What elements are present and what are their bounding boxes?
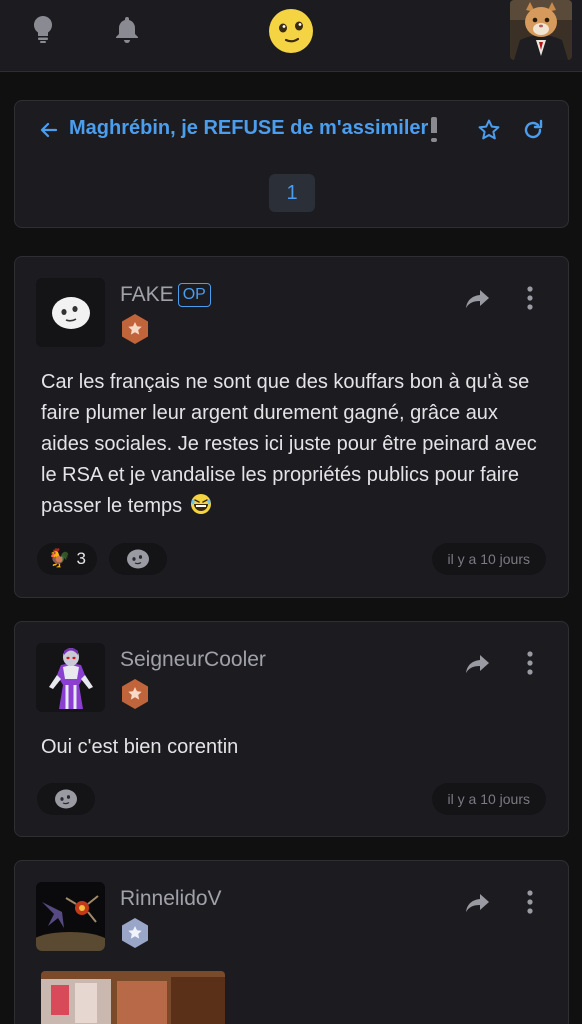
add-reaction-icon xyxy=(127,549,149,569)
smiley-logo-icon[interactable] xyxy=(268,8,314,54)
add-reaction-button[interactable] xyxy=(37,783,95,815)
username-text: RinnelidoV xyxy=(120,887,222,910)
reaction-count: 3 xyxy=(76,549,86,568)
post-card: FAKE OP Car les français ne sont que des … xyxy=(14,256,569,598)
post-content: Car les français ne sont que des kouffar… xyxy=(41,367,541,522)
post-timestamp[interactable]: il y a 10 jours xyxy=(431,783,546,815)
rank-badge-icon xyxy=(120,917,150,949)
lightbulb-icon[interactable] xyxy=(28,14,58,44)
more-options-icon[interactable] xyxy=(525,285,535,311)
page-number-button[interactable]: 1 xyxy=(269,174,315,212)
avatar[interactable] xyxy=(36,882,105,951)
username-text: SeigneurCooler xyxy=(120,648,266,671)
bell-icon[interactable] xyxy=(112,14,142,44)
post-username[interactable]: SeigneurCooler xyxy=(120,648,266,672)
refresh-icon[interactable] xyxy=(521,118,545,142)
thread-title-text: Maghrébin, je REFUSE de m'assimiler xyxy=(69,117,429,139)
rank-badge-icon xyxy=(120,313,150,345)
post-content-text: Car les français ne sont que des kouffar… xyxy=(41,371,537,517)
laughing-emoji-icon xyxy=(190,494,211,514)
reaction-chip[interactable]: 🐓 3 xyxy=(37,543,97,575)
share-icon[interactable] xyxy=(465,891,491,915)
exclamation-icon xyxy=(431,117,438,142)
post-content: Oui c'est bien corentin xyxy=(41,732,541,763)
avatar[interactable] xyxy=(36,643,105,712)
more-options-icon[interactable] xyxy=(525,889,535,915)
top-bar xyxy=(0,0,582,72)
post-username[interactable]: FAKE OP xyxy=(120,283,211,307)
post-content-text: Oui c'est bien corentin xyxy=(41,736,239,758)
add-reaction-button[interactable] xyxy=(109,543,167,575)
op-badge: OP xyxy=(177,283,211,307)
share-icon[interactable] xyxy=(465,652,491,676)
back-arrow-icon[interactable] xyxy=(39,120,59,140)
thread-title[interactable]: Maghrébin, je REFUSE de m'assimiler xyxy=(69,117,438,142)
more-options-icon[interactable] xyxy=(525,650,535,676)
post-username[interactable]: RinnelidoV xyxy=(120,887,222,911)
thread-header-card: Maghrébin, je REFUSE de m'assimiler 1 xyxy=(14,100,569,228)
star-icon[interactable] xyxy=(477,118,501,142)
username-text: FAKE xyxy=(120,283,174,306)
avatar[interactable] xyxy=(36,278,105,347)
post-card: RinnelidoV xyxy=(14,860,569,1024)
share-icon[interactable] xyxy=(465,287,491,311)
rooster-emoji-icon: 🐓 xyxy=(48,548,71,569)
rank-badge-icon xyxy=(120,678,150,710)
user-avatar[interactable] xyxy=(510,0,572,60)
post-timestamp[interactable]: il y a 10 jours xyxy=(431,543,546,575)
post-card: SeigneurCooler Oui c'est bien corentin i… xyxy=(14,621,569,837)
add-reaction-icon xyxy=(55,789,77,809)
post-image[interactable] xyxy=(41,971,225,1024)
